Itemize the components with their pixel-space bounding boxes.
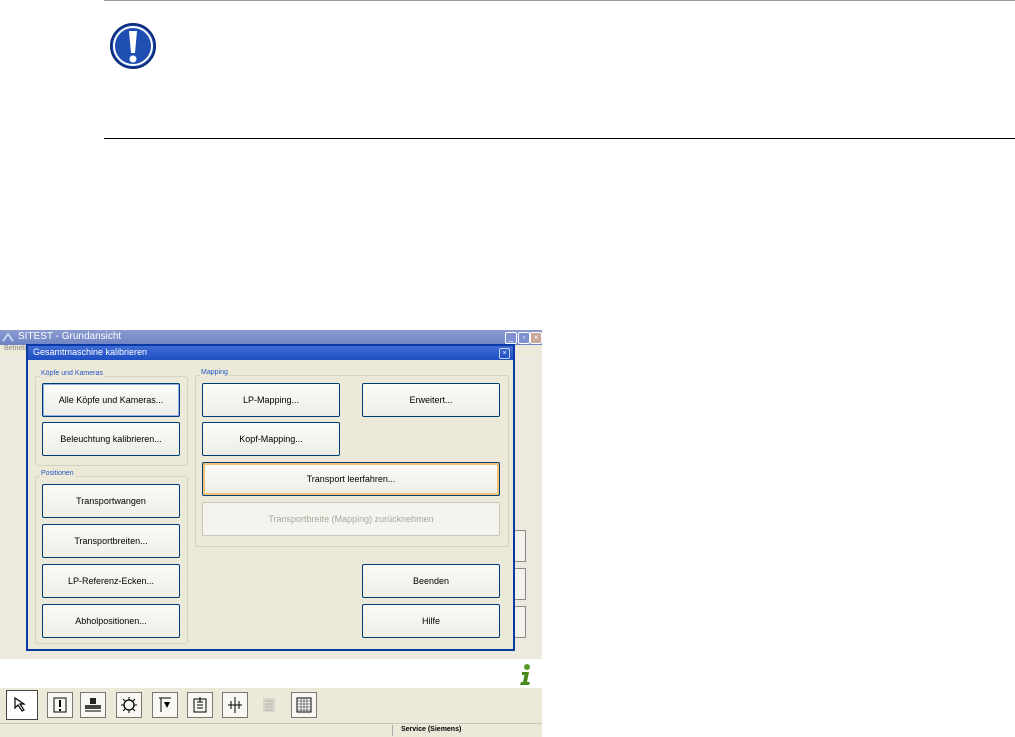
head-mapping-button[interactable]: Kopf-Mapping... [202, 422, 340, 456]
top-rule [104, 0, 1015, 1]
all-heads-cameras-button[interactable]: Alle Köpfe und Kameras... [42, 383, 180, 417]
group-heads-label: Köpfe und Kameras [40, 370, 104, 377]
lp-mapping-button[interactable]: LP-Mapping... [202, 383, 340, 417]
list-icon [256, 692, 282, 718]
dialog-close-button[interactable]: × [499, 348, 510, 359]
info-icon[interactable] [517, 663, 533, 687]
calibration-dialog: Gesamtmaschine kalibrieren × Köpfe und K… [26, 344, 515, 651]
background-button[interactable] [514, 606, 526, 638]
pickup-positions-button[interactable]: Abholpositionen... [42, 604, 180, 638]
transport-clear-button[interactable]: Transport leerfahren... [202, 462, 500, 496]
notice-rule [104, 138, 1015, 139]
gear-icon[interactable] [116, 692, 142, 718]
machine-icon[interactable] [80, 692, 106, 718]
help-button[interactable]: Hilfe [362, 604, 500, 638]
info-band [0, 659, 542, 688]
status-user: Service (Siemens) [401, 726, 462, 733]
app-title: SITEST - Grundansicht [18, 331, 122, 342]
calibrate-lighting-button[interactable]: Beleuchtung kalibrieren... [42, 422, 180, 456]
exclamation-icon [110, 23, 156, 69]
alert-icon[interactable] [47, 692, 73, 718]
close-dialog-button[interactable]: Beenden [362, 564, 500, 598]
background-button[interactable] [514, 530, 526, 562]
transport-jaws-button[interactable]: Transportwangen [42, 484, 180, 518]
group-mapping-label: Mapping [200, 369, 229, 376]
app-titlebar: SITEST - Grundansicht _ ▫ × [0, 330, 542, 345]
download-icon[interactable] [152, 692, 178, 718]
pointer-icon[interactable] [6, 690, 38, 720]
grid-icon[interactable] [291, 692, 317, 718]
background-button[interactable] [514, 568, 526, 600]
transport-widths-button[interactable]: Transportbreiten... [42, 524, 180, 558]
dialog-title: Gesamtmaschine kalibrieren [33, 347, 148, 357]
minimize-button[interactable]: _ [505, 332, 517, 344]
dialog-titlebar: Gesamtmaschine kalibrieren × [28, 346, 513, 360]
group-positions-label: Positionen [40, 470, 75, 477]
close-window-button[interactable]: × [530, 332, 542, 344]
app-logo-icon [2, 332, 14, 342]
calibrate-icon[interactable] [222, 692, 248, 718]
menu-item-betrieb[interactable]: Betrieb [4, 345, 26, 352]
statusbar: Service (Siemens) [0, 723, 542, 737]
transport-width-undo-button: Transportbreite (Mapping) zurücknehmen [202, 502, 500, 536]
feeder-icon[interactable] [187, 692, 213, 718]
maximize-button[interactable]: ▫ [518, 332, 530, 344]
advanced-button[interactable]: Erweitert... [362, 383, 500, 417]
lp-reference-corners-button[interactable]: LP-Referenz-Ecken... [42, 564, 180, 598]
status-separator [392, 725, 393, 736]
